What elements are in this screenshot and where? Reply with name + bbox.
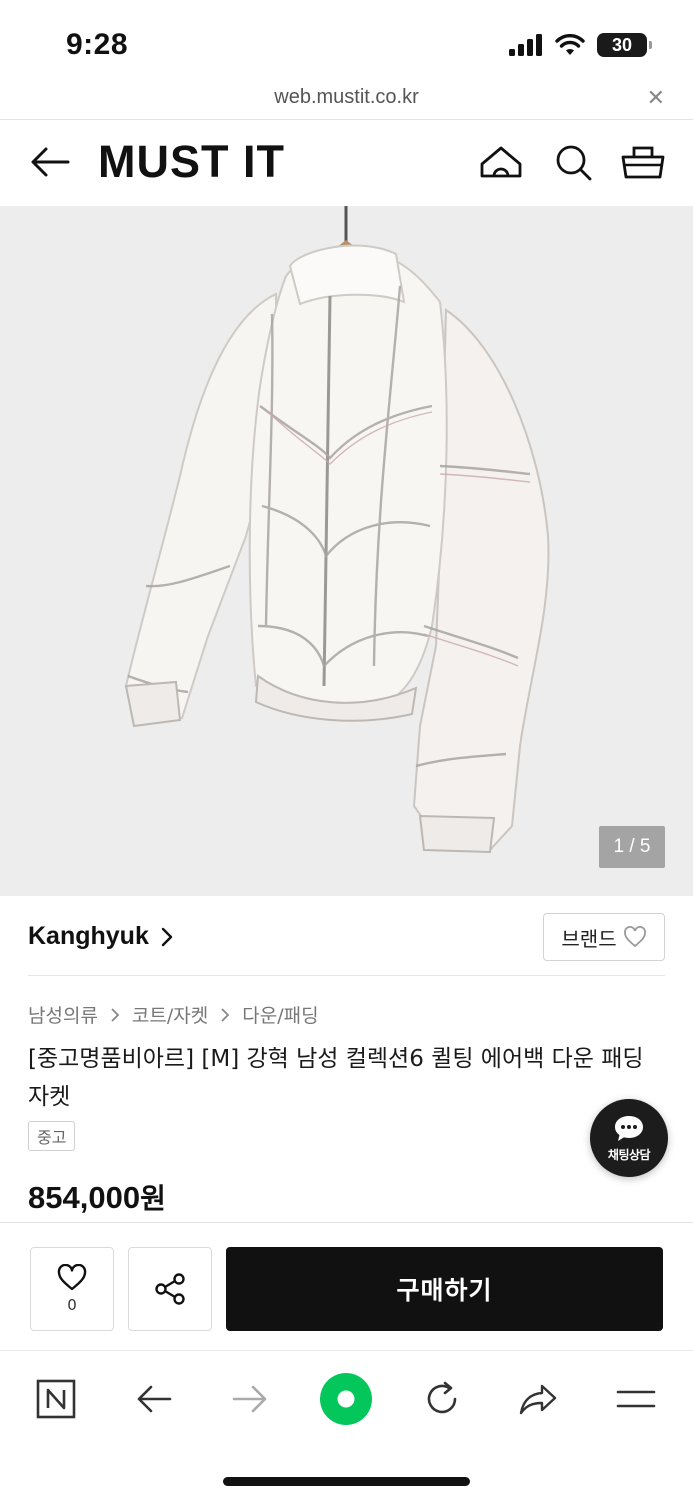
green-dot-glyph [320,1373,372,1425]
heart-outline-icon [623,926,646,948]
menu-icon[interactable] [606,1369,666,1429]
brand-name-link[interactable]: Kanghyuk [28,922,149,951]
status-icons: 30 [509,33,652,57]
product-photo-jacket [124,206,550,854]
cellular-signal-icon [509,34,542,56]
brand-row: Kanghyuk 브랜드 [28,896,665,976]
status-bar: 9:28 30 [0,0,693,86]
wishlist-count: 0 [67,1296,77,1314]
breadcrumb: 남성의류 코트/자켓 다운/패딩 [28,1001,319,1028]
green-dot-icon[interactable] [316,1369,376,1429]
product-title: [중고명품비아르] [M] 강혁 남성 컬렉션6 퀼팅 에어백 다운 패딩 자켓 [28,1046,644,1110]
breadcrumb-item[interactable]: 남성의류 [28,1001,98,1028]
close-icon[interactable]: ✕ [647,86,665,111]
app-header: MUST IT [0,120,693,206]
brand-logo[interactable]: MUST IT [98,136,285,188]
wifi-icon [555,34,585,55]
home-icon[interactable] [478,140,524,186]
heart-outline-icon [57,1264,87,1291]
battery-level: 30 [611,34,633,55]
search-icon[interactable] [550,140,596,186]
brand-like-label: 브랜드 [561,926,617,951]
home-indicator[interactable] [223,1477,470,1486]
product-price: 854,000원 [28,1177,166,1217]
image-counter: 1 / 5 [599,826,665,868]
refresh-icon[interactable] [412,1369,472,1429]
chat-bubble-icon [615,1115,643,1141]
share-arrow-icon[interactable] [508,1369,568,1429]
condition-badge: 중고 [28,1121,76,1151]
browser-url-bar[interactable]: web.mustit.co.kr ✕ [0,86,693,120]
back-arrow-icon[interactable] [124,1369,184,1429]
browser-toolbar [0,1350,693,1500]
back-arrow-glyph [137,1385,172,1413]
share-nodes-icon [155,1273,185,1305]
buy-button[interactable]: 구매하기 [226,1247,663,1331]
forward-arrow-icon[interactable] [220,1369,280,1429]
forward-arrow-glyph [232,1385,267,1413]
breadcrumb-item[interactable]: 다운/패딩 [242,1001,318,1028]
naver-n-glyph [36,1379,76,1419]
status-time: 9:28 [66,28,129,61]
breadcrumb-item[interactable]: 코트/자켓 [132,1001,208,1028]
url-text[interactable]: web.mustit.co.kr [0,86,693,109]
share-button[interactable] [128,1247,212,1331]
price-unit: 원 [140,1182,166,1215]
cart-icon[interactable] [620,140,666,186]
brand-like-button[interactable]: 브랜드 [543,913,665,961]
chat-consult-label: 채팅상담 [607,1147,651,1162]
product-image-gallery[interactable]: 1 / 5 [0,206,693,896]
refresh-glyph [427,1381,457,1414]
chevron-right-icon [221,1007,230,1022]
wishlist-button[interactable]: 0 [30,1247,114,1331]
chat-consult-button[interactable]: 채팅상담 [590,1099,668,1177]
purchase-action-bar: 0 구매하기 [0,1222,693,1350]
chevron-right-icon [111,1007,120,1022]
back-arrow-icon[interactable] [28,142,72,182]
price-amount: 854,000 [28,1180,141,1215]
share-arrow-glyph [519,1384,557,1415]
chevron-right-icon[interactable] [160,926,174,948]
menu-glyph [616,1390,656,1408]
naver-n-icon[interactable] [26,1369,86,1429]
battery-icon: 30 [597,33,652,57]
